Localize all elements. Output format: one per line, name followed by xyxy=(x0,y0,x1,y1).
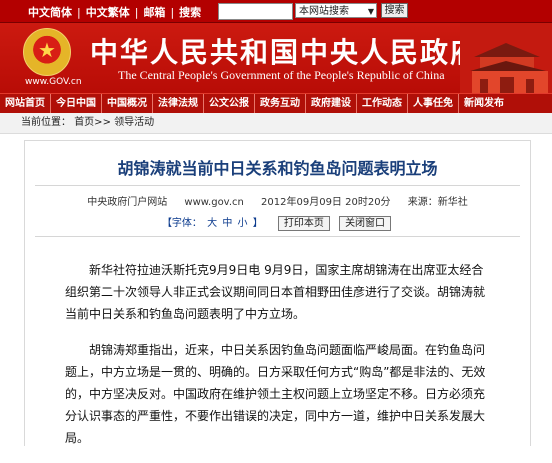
search-scope-select[interactable]: 本网站搜索 ▼ xyxy=(295,3,377,18)
breadcrumb: 当前位置： 首页>> 领导活动 xyxy=(0,113,552,134)
font-size-close: 】 xyxy=(252,218,263,229)
font-small-link[interactable]: 小 xyxy=(238,218,248,229)
nav-item-interaction[interactable]: 政务互动 xyxy=(255,94,306,113)
article-datetime: 2012年09月09日 20时20分 xyxy=(261,197,391,208)
article-meta: 中央政府门户网站 www.gov.cn 2012年09月09日 20时20分 来… xyxy=(25,193,530,208)
chevron-down-icon: ▼ xyxy=(367,7,374,16)
nav-item-china-overview[interactable]: 中国概况 xyxy=(102,94,153,113)
nav-item-appointments[interactable]: 人事任免 xyxy=(408,94,459,113)
article-title: 胡锦涛就当前中日关系和钓鱼岛问题表明立场 xyxy=(117,159,438,178)
article-paragraph: 胡锦涛郑重指出，近来，中日关系因钓鱼岛问题面临严峻局面。在钓鱼岛问题上，中方立场… xyxy=(65,343,486,445)
search-button[interactable]: 搜索 xyxy=(381,3,408,18)
title-divider xyxy=(35,185,520,186)
close-window-button[interactable]: 关闭窗口 xyxy=(339,216,392,231)
article-tools: 【字体： 大 中 小 】 打印本页 关闭窗口 xyxy=(25,214,530,231)
article-origin: 来源：新华社 xyxy=(407,197,468,208)
search-label: 搜索 xyxy=(179,6,202,19)
link-traditional-chinese[interactable]: 中文繁体 xyxy=(86,6,130,19)
site-title-chinese: 中华人民共和国中央人民政府 xyxy=(90,36,481,69)
article-site: www.gov.cn xyxy=(184,197,244,208)
nav-item-laws[interactable]: 法律法规 xyxy=(153,94,204,113)
site-url: www.GOV.cn xyxy=(25,77,82,87)
article-panel: 胡锦涛就当前中日关系和钓鱼岛问题表明立场 中央政府门户网站 www.gov.cn… xyxy=(24,140,531,446)
nav-item-press[interactable]: 新闻发布 xyxy=(459,94,509,113)
breadcrumb-label: 当前位置： xyxy=(21,117,71,128)
top-links: 中文简体 | 中文繁体 | 邮箱 | 搜索 xyxy=(28,6,202,19)
article-source: 中央政府门户网站 xyxy=(87,197,168,208)
link-mailbox[interactable]: 邮箱 xyxy=(143,6,165,19)
article-body: 新华社符拉迪沃斯托克9月9日电 9月9日，国家主席胡锦涛在出席亚太经合组织第二十… xyxy=(65,259,493,463)
nav-item-home[interactable]: 网站首页 xyxy=(0,94,51,113)
search-input[interactable] xyxy=(218,3,293,20)
font-medium-link[interactable]: 中 xyxy=(222,218,232,229)
national-emblem-icon: ★ xyxy=(23,28,71,76)
font-large-link[interactable]: 大 xyxy=(207,218,217,229)
font-size-label: 【字体： xyxy=(161,218,202,229)
article-paragraph: 新华社符拉迪沃斯托克9月9日电 9月9日，国家主席胡锦涛在出席亚太经合组织第二十… xyxy=(65,263,486,321)
breadcrumb-path[interactable]: 首页>> 领导活动 xyxy=(74,117,154,128)
print-button[interactable]: 打印本页 xyxy=(277,216,330,231)
nav-item-work-news[interactable]: 工作动态 xyxy=(357,94,408,113)
tools-divider xyxy=(35,236,520,237)
font-size-control: 【字体： 大 中 小 】 xyxy=(161,218,267,229)
nav-item-china-today[interactable]: 今日中国 xyxy=(51,94,102,113)
site-title-english: The Central People's Government of the P… xyxy=(118,68,445,82)
link-simplified-chinese[interactable]: 中文简体 xyxy=(28,6,72,19)
tiananmen-gate-icon xyxy=(460,23,552,93)
top-bar: 中文简体 | 中文繁体 | 邮箱 | 搜索 本网站搜索 ▼ 搜索 xyxy=(0,0,552,23)
site-banner: ★ www.GOV.cn 中华人民共和国中央人民政府 The Central P… xyxy=(0,23,552,93)
main-nav: 网站首页 今日中国 中国概况 法律法规 公文公报 政务互动 政府建设 工作动态 … xyxy=(0,93,552,113)
nav-item-government[interactable]: 政府建设 xyxy=(306,94,357,113)
search-scope-value: 本网站搜索 xyxy=(299,6,349,17)
nav-item-bulletins[interactable]: 公文公报 xyxy=(204,94,255,113)
